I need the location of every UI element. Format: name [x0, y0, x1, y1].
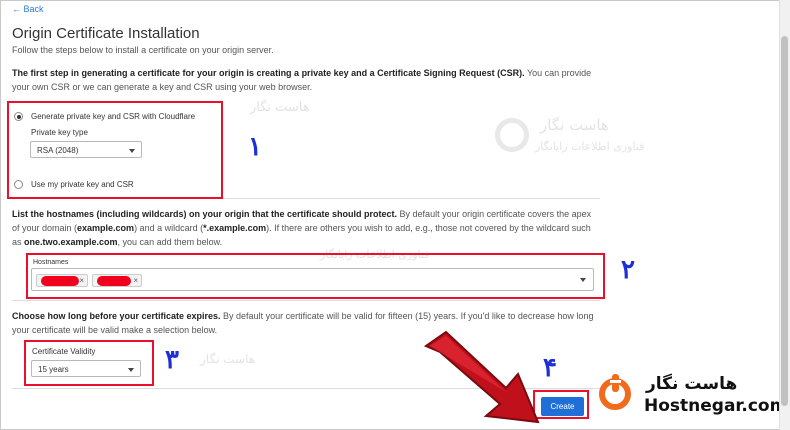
watermark-brand-3: هاست نگار [200, 352, 256, 366]
step2-intro: List the hostnames (including wildcards)… [12, 207, 597, 249]
wildcard-example: *.example.com [203, 223, 267, 233]
watermark-brand: هاست نگار [540, 116, 609, 134]
step3-intro-bold: Choose how long before your certificate … [12, 311, 221, 321]
back-label: Back [23, 4, 44, 14]
watermark-logo [495, 118, 529, 152]
red-arrow-icon [423, 330, 540, 424]
annotation-number-3: ۳ [165, 345, 179, 375]
step2-intro-bold: List the hostnames (including wildcards)… [12, 209, 398, 219]
annotation-number-2: ۲ [621, 255, 635, 285]
step1-intro-bold: The first step in generating a certifica… [12, 68, 525, 78]
vertical-scrollbar[interactable] [779, 0, 790, 430]
divider [12, 300, 600, 301]
step2-intro-text: , you can add them below. [117, 237, 223, 247]
page-subtitle: Follow the steps below to install a cert… [12, 45, 274, 55]
step2-intro-text: ) and a wildcard ( [134, 223, 204, 233]
watermark-tagline: فناوری اطلاعات رایانگار [535, 140, 645, 153]
step1-intro: The first step in generating a certifica… [12, 66, 597, 94]
highlight-box-step1 [7, 101, 223, 199]
page-title: Origin Certificate Installation [12, 25, 200, 42]
brand-domain: Hostnegar.com [644, 396, 788, 416]
hostnegar-logo-icon [599, 374, 631, 410]
other-example: one.two.example.com [24, 237, 118, 247]
back-link[interactable]: ← Back [12, 4, 44, 14]
arrow-left-icon: ← [12, 4, 21, 14]
annotation-number-1: ۱ [248, 132, 262, 162]
watermark-brand-2: هاست نگار [250, 100, 310, 115]
apex-example: example.com [77, 223, 135, 233]
highlight-box-step2 [26, 253, 605, 299]
brand-name-persian: هاست نگار [646, 374, 738, 394]
scrollbar-thumb[interactable] [781, 36, 788, 406]
highlight-box-step3 [24, 340, 154, 386]
